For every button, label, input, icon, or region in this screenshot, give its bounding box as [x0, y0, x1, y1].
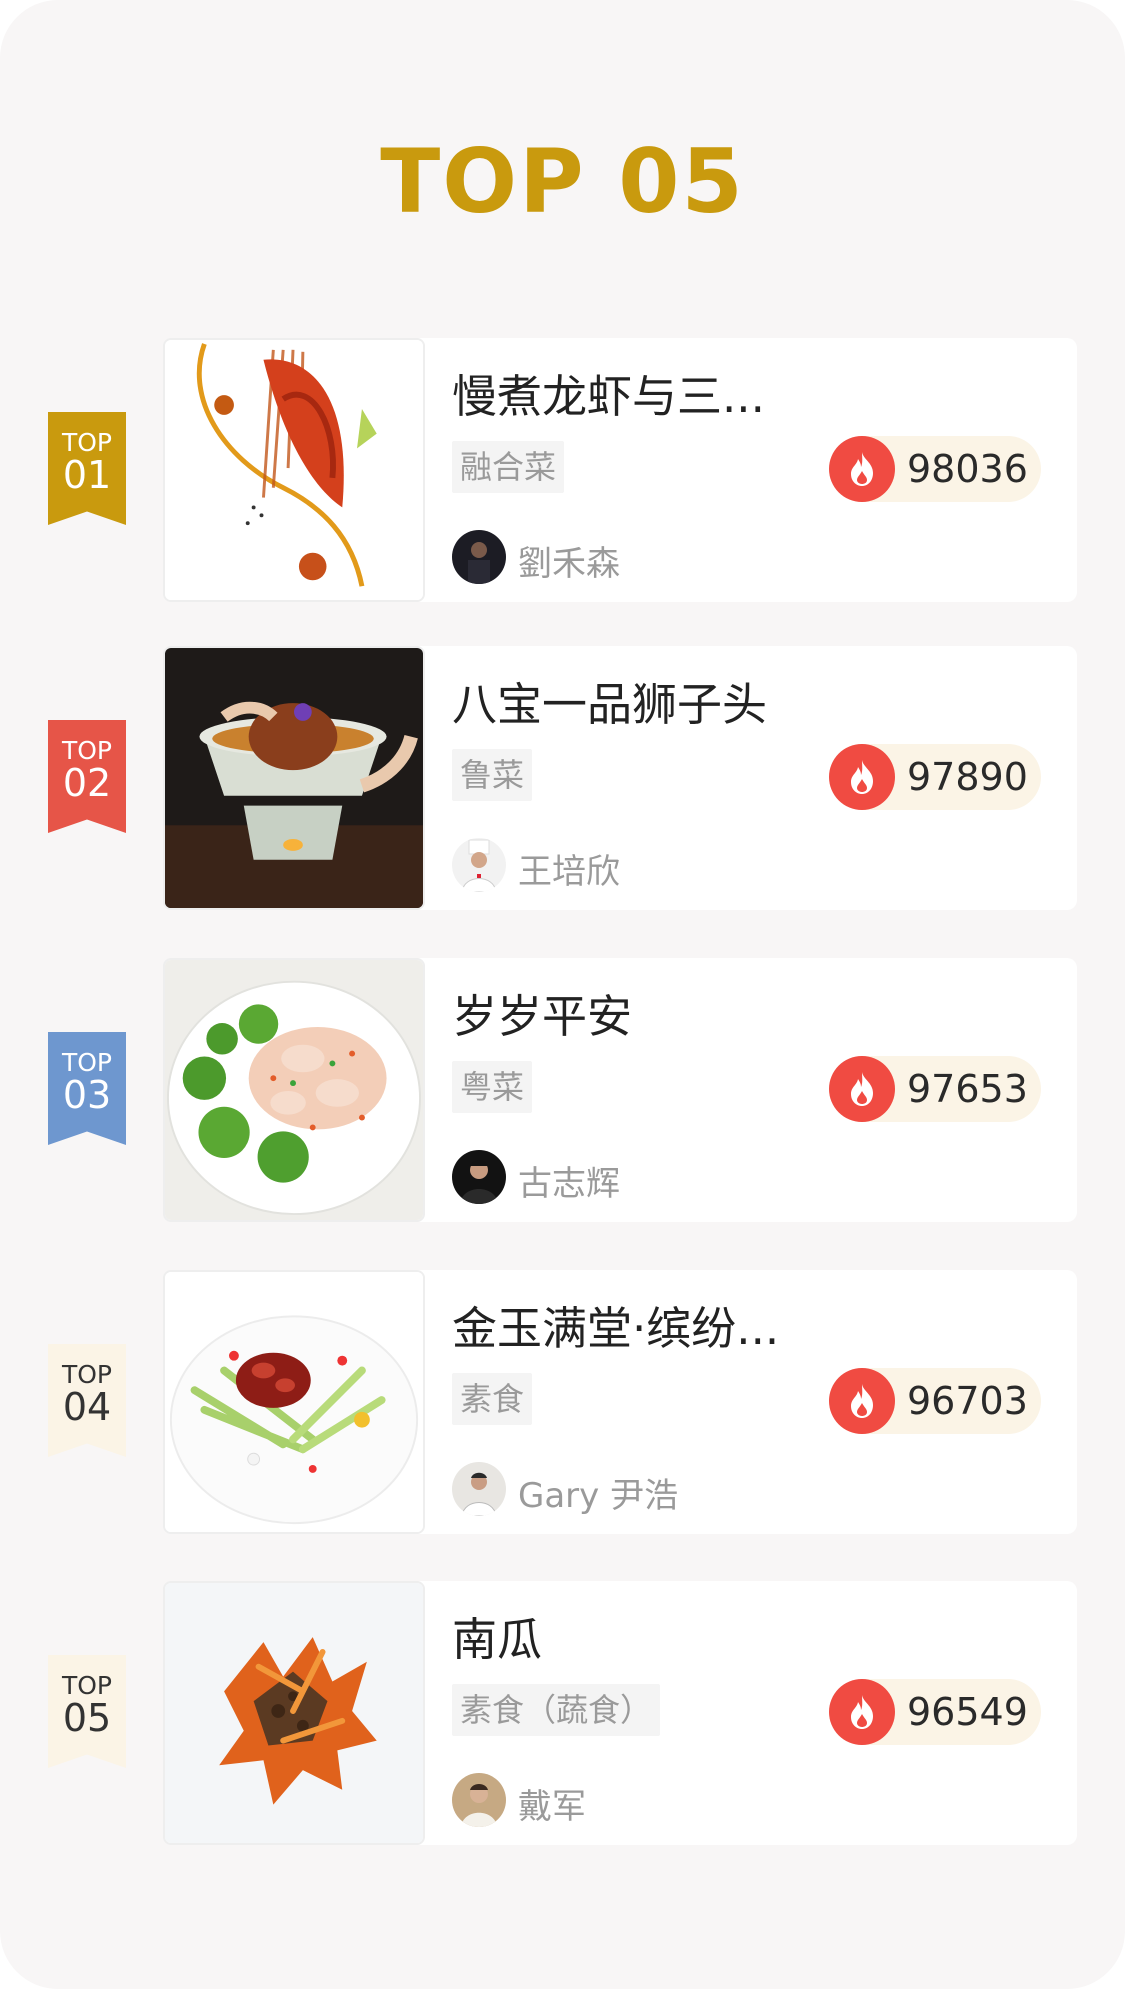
rank-ribbon: TOP 01: [48, 412, 126, 525]
pumpkin-dish-image: [165, 1583, 423, 1843]
list-item[interactable]: TOP 01 慢煮龙虾与三... 融合菜 劉禾森 98036: [0, 338, 1125, 602]
cuisine-tag: 素食: [452, 1373, 533, 1425]
shrimp-broccoli-image: [165, 960, 423, 1220]
list-item[interactable]: TOP 02 八宝一品狮子头 鲁菜 王培欣 97890: [0, 646, 1125, 910]
fire-icon: [829, 1368, 895, 1434]
avatar[interactable]: [452, 1150, 506, 1204]
cuisine-tag: 粤菜: [452, 1061, 533, 1113]
rank-number: 03: [62, 1073, 112, 1117]
rank-label: TOP: [61, 1048, 113, 1077]
rank-ribbon: TOP 05: [48, 1655, 126, 1768]
chef-name: 王培欣: [518, 852, 620, 892]
cuisine-tag: 素食（蔬食）: [452, 1684, 661, 1736]
rank-label: TOP: [61, 428, 113, 457]
popularity-badge: 97890: [829, 744, 1041, 810]
dish-title: 金玉满堂·缤纷...: [452, 1302, 780, 1355]
rank-ribbon: TOP 04: [48, 1344, 126, 1457]
lobster-dish-image: [165, 340, 423, 600]
rank-number: 05: [62, 1696, 112, 1740]
cuisine-tag: 鲁菜: [452, 749, 533, 801]
avatar[interactable]: [452, 530, 506, 584]
rank-label: TOP: [61, 736, 113, 765]
popularity-badge: 96549: [829, 1679, 1041, 1745]
popularity-count: 96549: [907, 1690, 1028, 1734]
popularity-count: 98036: [907, 447, 1028, 491]
dish-image[interactable]: [163, 646, 425, 910]
avatar[interactable]: [452, 838, 506, 892]
dish-card[interactable]: 岁岁平安 粤菜 古志辉 97653: [163, 958, 1077, 1222]
page-title: TOP 05: [380, 130, 745, 233]
rank-label: TOP: [61, 1360, 113, 1389]
rank-number: 02: [62, 761, 112, 805]
rank-label: TOP: [61, 1671, 113, 1700]
fire-icon: [829, 744, 895, 810]
dish-title: 南瓜: [452, 1613, 543, 1666]
dish-card[interactable]: 八宝一品狮子头 鲁菜 王培欣 97890: [163, 646, 1077, 910]
cuisine-tag: 融合菜: [452, 441, 565, 493]
dish-title: 八宝一品狮子头: [452, 678, 768, 731]
avatar[interactable]: [452, 1462, 506, 1516]
dish-card[interactable]: 慢煮龙虾与三... 融合菜 劉禾森 98036: [163, 338, 1077, 602]
dish-image[interactable]: [163, 1581, 425, 1845]
chef-name: Gary 尹浩: [518, 1476, 679, 1516]
fire-icon: [829, 436, 895, 502]
list-item[interactable]: TOP 04 金玉满堂·缤纷... 素食 Gary 尹浩 96703: [0, 1270, 1125, 1534]
rank-ribbon: TOP 02: [48, 720, 126, 833]
dish-image[interactable]: [163, 1270, 425, 1534]
popularity-badge: 96703: [829, 1368, 1041, 1434]
dish-title: 慢煮龙虾与三...: [452, 370, 765, 423]
popularity-count: 96703: [907, 1379, 1028, 1423]
lions-head-meatball-image: [165, 648, 423, 908]
rank-number: 01: [62, 453, 112, 497]
jelly-vegetable-image: [165, 1272, 423, 1532]
list-item[interactable]: TOP 03 岁岁平安 粤菜 古志辉 97653: [0, 958, 1125, 1222]
rank-ribbon: TOP 03: [48, 1032, 126, 1145]
dish-title: 岁岁平安: [452, 990, 633, 1043]
fire-icon: [829, 1056, 895, 1122]
popularity-count: 97890: [907, 755, 1028, 799]
popularity-badge: 98036: [829, 436, 1041, 502]
fire-icon: [829, 1679, 895, 1745]
list-item[interactable]: TOP 05 南瓜 素食（蔬食） 戴军 96549: [0, 1581, 1125, 1845]
avatar[interactable]: [452, 1773, 506, 1827]
rank-number: 04: [62, 1385, 112, 1429]
dish-image[interactable]: [163, 958, 425, 1222]
popularity-badge: 97653: [829, 1056, 1041, 1122]
ranking-panel: TOP 05 TOP 01 慢煮龙虾与三... 融合菜 劉禾森 98036 TO…: [0, 0, 1125, 1989]
dish-image[interactable]: [163, 338, 425, 602]
popularity-count: 97653: [907, 1067, 1028, 1111]
chef-name: 劉禾森: [518, 544, 620, 584]
dish-card[interactable]: 金玉满堂·缤纷... 素食 Gary 尹浩 96703: [163, 1270, 1077, 1534]
chef-name: 戴军: [518, 1787, 586, 1827]
chef-name: 古志辉: [518, 1164, 620, 1204]
dish-card[interactable]: 南瓜 素食（蔬食） 戴军 96549: [163, 1581, 1077, 1845]
